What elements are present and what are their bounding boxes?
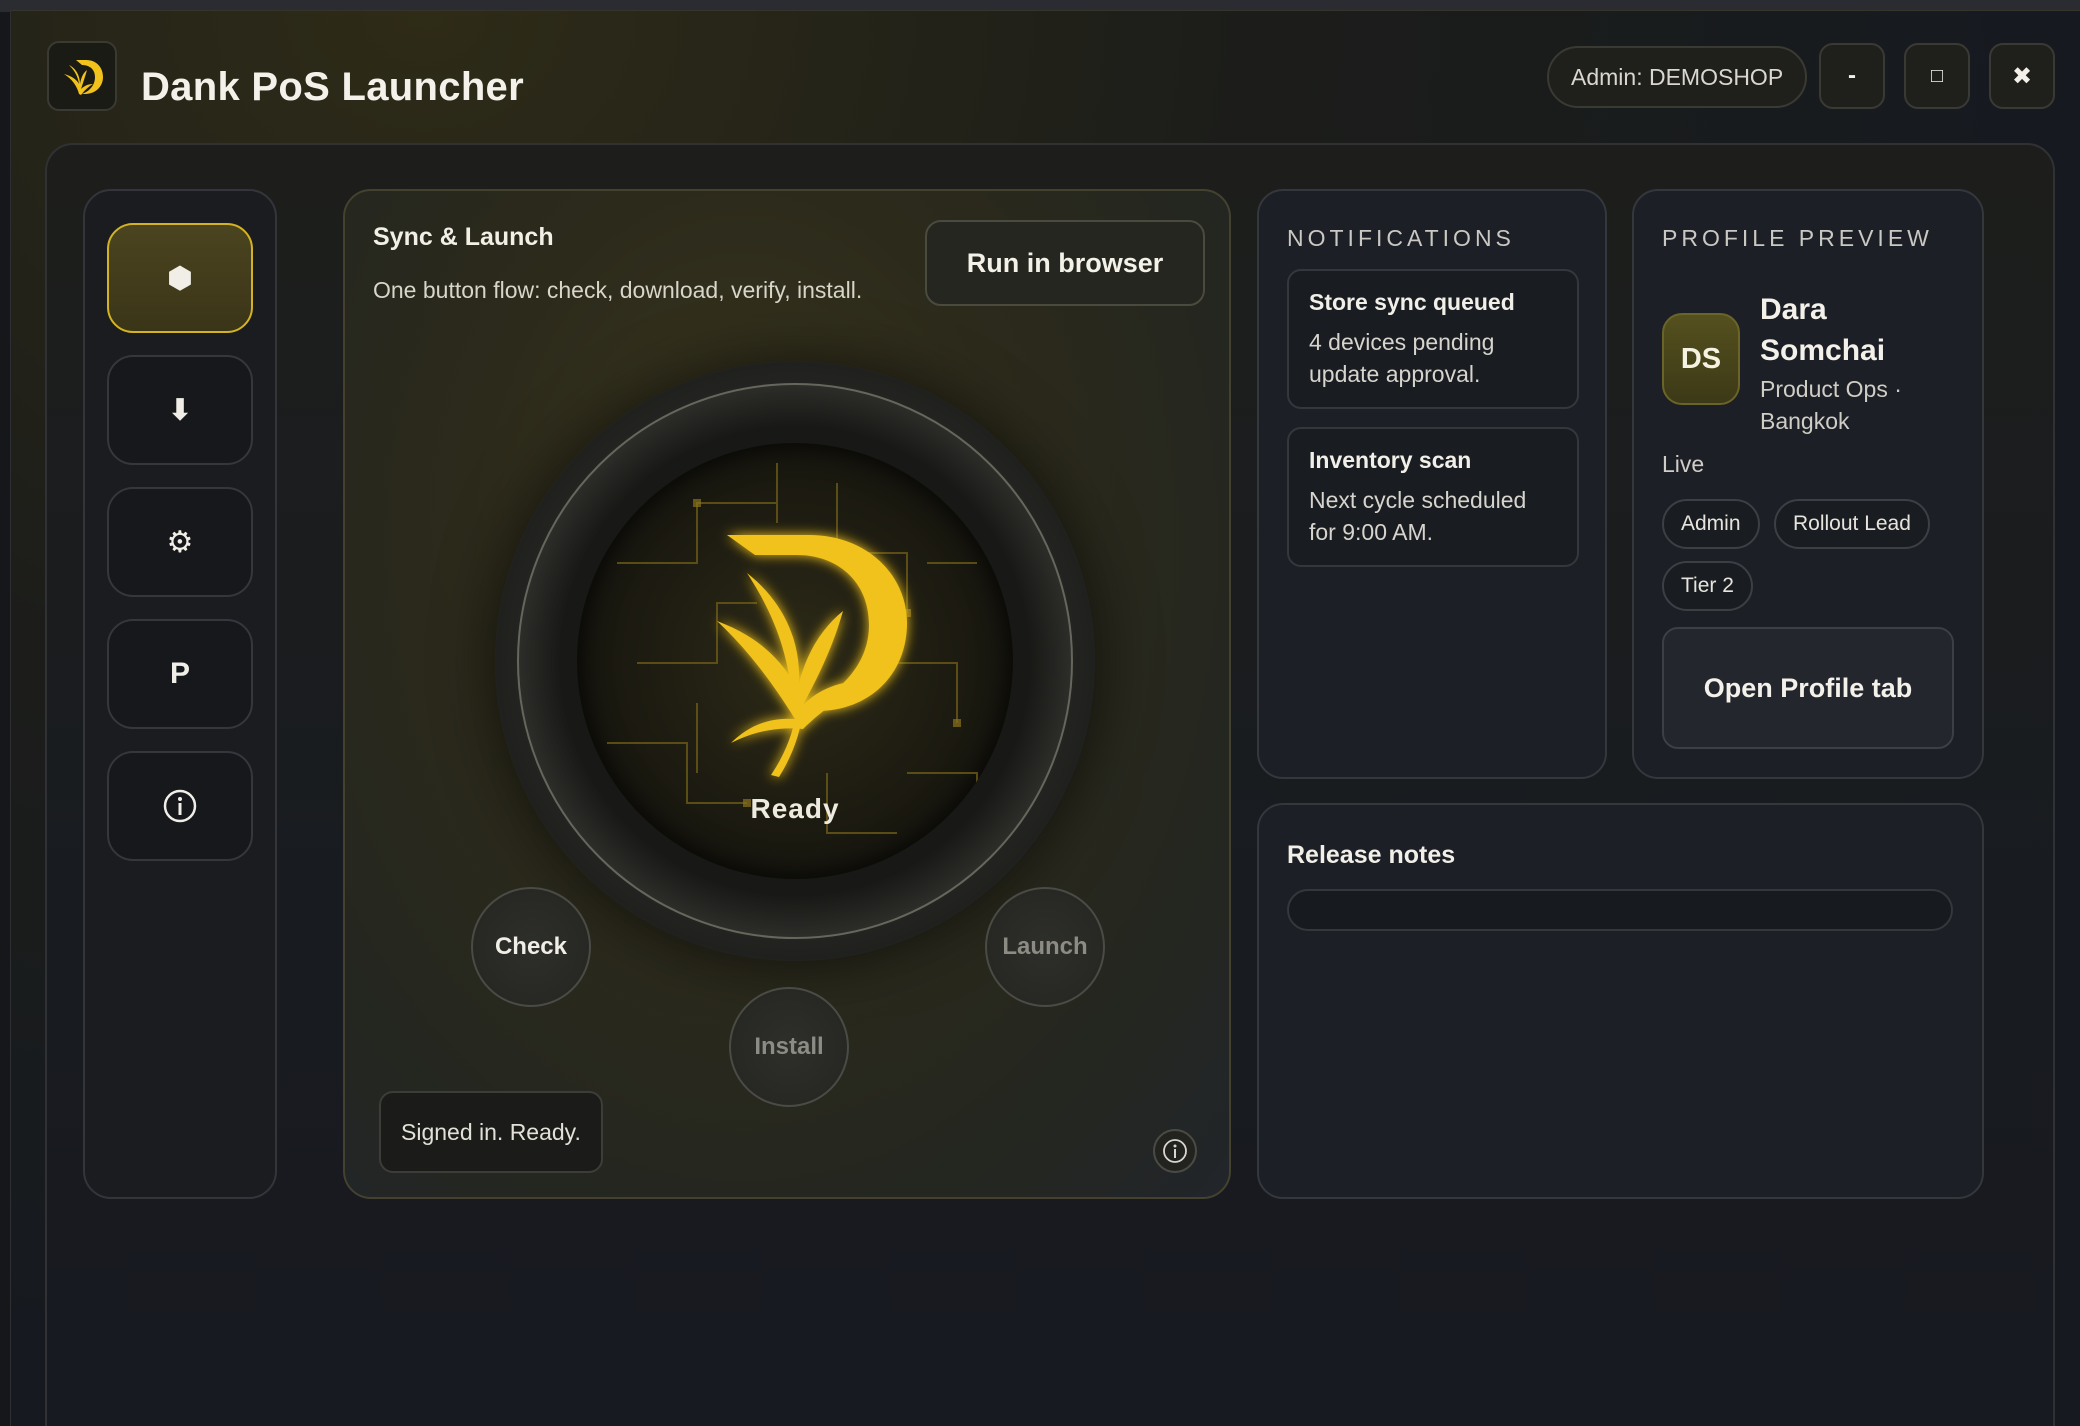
leaf-logo-icon — [64, 60, 103, 95]
rail-item-downloads[interactable]: ⬇ — [107, 355, 253, 465]
notification-item[interactable]: Inventory scan Next cycle scheduled for … — [1287, 427, 1579, 567]
notification-title: Inventory scan — [1309, 447, 1472, 473]
title-bar: Dank PoS Launcher Admin: DEMOSHOP - □ ✖ — [11, 11, 2080, 151]
notification-title: Store sync queued — [1309, 289, 1515, 315]
profile-preview-panel: PROFILE PREVIEW DS Dara Somchai Product … — [1632, 189, 1984, 779]
app-logo — [47, 41, 117, 111]
role-chip: Admin — [1662, 499, 1760, 549]
minimize-button[interactable]: - — [1819, 43, 1885, 109]
rail-item-info[interactable] — [107, 751, 253, 861]
notification-body: 4 devices pending update approval. — [1309, 329, 1495, 387]
profile-name: Dara Somchai — [1760, 293, 1886, 367]
role-chip: Rollout Lead — [1774, 499, 1930, 549]
download-icon: ⬇ — [167, 393, 193, 427]
notification-item[interactable]: Store sync queued 4 devices pending upda… — [1287, 269, 1579, 409]
sync-launch-card: Sync & Launch One button flow: check, do… — [343, 189, 1231, 1199]
gear-icon: ⚙ — [166, 525, 194, 559]
release-notes-title: Release notes — [1287, 841, 1456, 869]
maximize-button[interactable]: □ — [1904, 43, 1970, 109]
close-button[interactable]: ✖ — [1989, 43, 2055, 109]
release-notes-panel: Release notes — [1257, 803, 1984, 1199]
app-window: Dank PoS Launcher Admin: DEMOSHOP - □ ✖ … — [10, 10, 2080, 1426]
notifications-panel: NOTIFICATIONS Store sync queued 4 device… — [1257, 189, 1607, 779]
sidebar-rail: ⬢ ⬇ ⚙ P — [83, 189, 277, 1199]
app-title: Dank PoS Launcher — [141, 65, 524, 109]
dial-status-label: Ready — [750, 793, 840, 824]
profile-role: Product Ops · Bangkok — [1760, 376, 1902, 434]
launch-dial[interactable]: Ready — [495, 361, 1095, 961]
rail-item-settings[interactable]: ⚙ — [107, 487, 253, 597]
notifications-heading: NOTIFICATIONS — [1287, 225, 1515, 251]
sync-title: Sync & Launch — [373, 223, 554, 251]
run-in-browser-button[interactable]: Run in browser — [925, 220, 1205, 306]
avatar: DS — [1662, 313, 1740, 405]
profile-p-icon: P — [169, 657, 190, 690]
open-profile-tab-button[interactable]: Open Profile tab — [1662, 627, 1954, 749]
notification-body: Next cycle scheduled for 9:00 AM. — [1309, 487, 1527, 545]
rail-item-profile[interactable]: P — [107, 619, 253, 729]
install-button[interactable]: Install — [729, 987, 849, 1107]
profile-status: Live — [1662, 451, 1705, 477]
rail-item-home[interactable]: ⬢ — [107, 223, 253, 333]
status-message: Signed in. Ready. — [379, 1091, 603, 1173]
hexagon-icon: ⬢ — [166, 261, 194, 295]
info-icon — [1163, 1139, 1187, 1163]
release-notes-content — [1287, 889, 1953, 931]
profile-preview-heading: PROFILE PREVIEW — [1662, 225, 1933, 251]
sync-info-button[interactable] — [1153, 1129, 1197, 1173]
role-chip: Tier 2 — [1662, 561, 1753, 611]
info-icon — [163, 789, 197, 823]
sync-subtitle: One button flow: check, download, verify… — [373, 277, 863, 303]
admin-badge[interactable]: Admin: DEMOSHOP — [1547, 46, 1808, 108]
check-button[interactable]: Check — [471, 887, 591, 1007]
launch-button[interactable]: Launch — [985, 887, 1105, 1007]
